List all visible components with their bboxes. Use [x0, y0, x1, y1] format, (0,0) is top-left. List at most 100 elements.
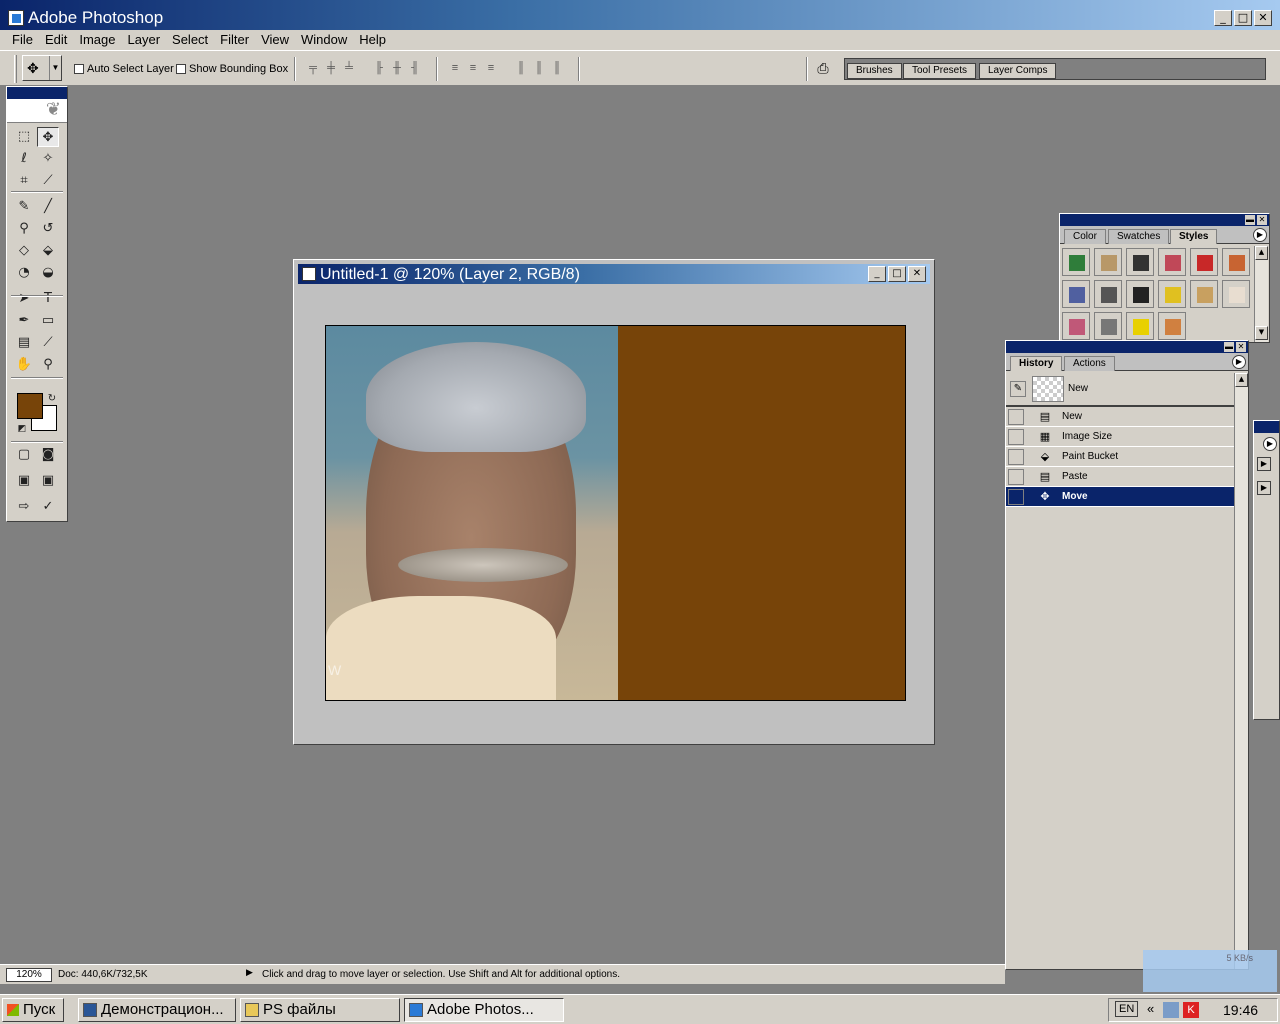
healing-brush-tool-icon[interactable]: ✎ [13, 197, 35, 217]
paint-bucket-tool-icon[interactable]: ⬙ [37, 241, 59, 261]
network-icon[interactable] [1163, 1002, 1179, 1018]
palette-menu-icon[interactable]: ▶ [1253, 228, 1267, 242]
foreground-color-swatch[interactable] [17, 393, 43, 419]
taskbar-item-photoshop[interactable]: Adobe Photos... [404, 998, 564, 1022]
file-browser-icon[interactable]: ⎙ [814, 60, 832, 78]
lasso-tool-icon[interactable]: ℓ [13, 149, 35, 169]
move-tool-icon[interactable]: ✥ [37, 127, 59, 147]
history-brush-source-box[interactable] [1008, 449, 1024, 465]
palette-minimize-button[interactable]: ▬ [1224, 342, 1234, 352]
distribute-top-icon[interactable]: ≡ [448, 61, 462, 75]
align-hcenter-icon[interactable]: ╫ [390, 61, 404, 75]
clock[interactable]: 19:46 [1223, 1002, 1258, 1018]
tray-expand-icon[interactable]: « [1147, 1001, 1154, 1016]
distribute-hcenter-icon[interactable]: ║ [532, 61, 546, 75]
tab-swatches[interactable]: Swatches [1108, 229, 1170, 244]
document-title-bar[interactable]: Untitled-1 @ 120% (Layer 2, RGB/8) _ □ ✕ [298, 264, 930, 284]
style-swatch[interactable] [1126, 312, 1154, 340]
tab-actions[interactable]: Actions [1064, 356, 1115, 371]
tool-preset-picker[interactable]: ✥ ▼ [22, 55, 62, 81]
style-swatch[interactable] [1222, 248, 1250, 276]
path-selection-tool-icon[interactable]: ➤ [13, 289, 35, 309]
history-state-row[interactable]: ▤ New [1006, 407, 1234, 427]
status-menu-arrow-icon[interactable]: ▶ [246, 968, 253, 978]
type-tool-icon[interactable]: T [37, 289, 59, 309]
style-swatch[interactable] [1062, 248, 1090, 276]
align-top-icon[interactable]: ╤ [306, 61, 320, 75]
style-swatch[interactable] [1222, 280, 1250, 308]
screen-mode-full-icon[interactable]: ▣ [37, 471, 59, 491]
marquee-tool-icon[interactable]: ⬚ [13, 127, 35, 147]
show-bounding-box-checkbox[interactable]: Show Bounding Box [176, 63, 288, 75]
align-right-icon[interactable]: ╢ [408, 61, 422, 75]
slice-tool-icon[interactable]: ⟋ [37, 171, 59, 191]
palette-close-button[interactable]: ✕ [1257, 215, 1267, 225]
history-palette-header[interactable]: ▬ ✕ [1006, 341, 1248, 353]
document-canvas[interactable]: W [325, 325, 906, 701]
chevron-down-icon[interactable]: ▼ [49, 56, 61, 80]
close-button[interactable]: ✕ [1254, 10, 1272, 26]
history-state-row[interactable]: ✥ Move [1006, 487, 1234, 507]
brush-tool-icon[interactable]: ╱ [37, 197, 59, 217]
doc-info[interactable]: Doc: 440,6K/732,5K [58, 969, 148, 980]
history-state-row[interactable]: ⬙ Paint Bucket [1006, 447, 1234, 467]
palette-menu-icon[interactable]: ▶ [1232, 355, 1246, 369]
align-vcenter-icon[interactable]: ╪ [324, 61, 338, 75]
magic-wand-tool-icon[interactable]: ✧ [37, 149, 59, 169]
style-swatch[interactable] [1062, 312, 1090, 340]
distribute-right-icon[interactable]: ║ [550, 61, 564, 75]
style-swatch[interactable] [1126, 248, 1154, 276]
palette-menu-icon[interactable]: ▶ [1263, 437, 1277, 451]
crop-tool-icon[interactable]: ⌗ [13, 171, 35, 191]
swap-colors-icon[interactable]: ↻ [41, 389, 63, 409]
blur-tool-icon[interactable]: ◔ [13, 263, 35, 283]
palette-well-tab-brushes[interactable]: Brushes [847, 63, 902, 79]
eyedropper-tool-icon[interactable]: ⟋ [37, 333, 59, 353]
zoom-level-field[interactable]: 120% [6, 968, 52, 982]
style-swatch[interactable] [1094, 280, 1122, 308]
checkbox-box[interactable] [176, 64, 186, 74]
default-colors-icon[interactable]: ◩ [11, 419, 33, 439]
menu-image[interactable]: Image [73, 30, 121, 50]
maximize-button[interactable]: □ [1234, 10, 1252, 26]
palette-well-tab-layer-comps[interactable]: Layer Comps [979, 63, 1057, 79]
scroll-up-icon[interactable]: ▲ [1255, 246, 1268, 260]
distribute-vcenter-icon[interactable]: ≡ [466, 61, 480, 75]
pen-tool-icon[interactable]: ✒ [13, 311, 35, 331]
menu-select[interactable]: Select [166, 30, 214, 50]
document-maximize-button[interactable]: □ [888, 266, 906, 282]
document-close-button[interactable]: ✕ [908, 266, 926, 282]
taskbar-item-word[interactable]: Демонстрацион... [78, 998, 236, 1022]
tab-styles[interactable]: Styles [1170, 229, 1218, 244]
history-brush-source-icon[interactable]: ✎ [1010, 381, 1026, 397]
history-state-row[interactable]: ▦ Image Size [1006, 427, 1234, 447]
minimize-button[interactable]: _ [1214, 10, 1232, 26]
distribute-left-icon[interactable]: ║ [514, 61, 528, 75]
distribute-bottom-icon[interactable]: ≡ [484, 61, 498, 75]
menu-view[interactable]: View [255, 30, 295, 50]
menu-edit[interactable]: Edit [39, 30, 73, 50]
scroll-up-icon[interactable]: ▲ [1235, 373, 1248, 387]
style-swatch[interactable] [1158, 280, 1186, 308]
menu-window[interactable]: Window [295, 30, 353, 50]
menu-filter[interactable]: Filter [214, 30, 255, 50]
history-brush-source-box[interactable] [1008, 469, 1024, 485]
screen-mode-standard-icon[interactable]: ▣ [13, 471, 35, 491]
align-left-icon[interactable]: ╟ [372, 61, 386, 75]
navigator-palette-header[interactable] [1254, 421, 1279, 433]
palette-menu-icon[interactable]: ▶ [1257, 481, 1271, 495]
clone-stamp-tool-icon[interactable]: ⚲ [13, 219, 35, 239]
quick-mask-icon[interactable]: ◙ [37, 445, 59, 465]
style-swatch[interactable] [1190, 248, 1218, 276]
auto-select-layer-checkbox[interactable]: Auto Select Layer [74, 63, 174, 75]
style-swatch[interactable] [1062, 280, 1090, 308]
zoom-tool-icon[interactable]: ⚲ [37, 355, 59, 375]
history-snapshot-row[interactable]: ✎ New [1006, 373, 1234, 407]
antivirus-icon[interactable]: K [1183, 1002, 1199, 1018]
history-brush-source-box[interactable] [1008, 489, 1024, 505]
menu-help[interactable]: Help [353, 30, 392, 50]
menu-file[interactable]: File [6, 30, 39, 50]
options-bar-grip[interactable] [14, 55, 17, 83]
jump-to-imageready-icon[interactable]: ⇨ [13, 497, 35, 517]
menu-layer[interactable]: Layer [122, 30, 167, 50]
